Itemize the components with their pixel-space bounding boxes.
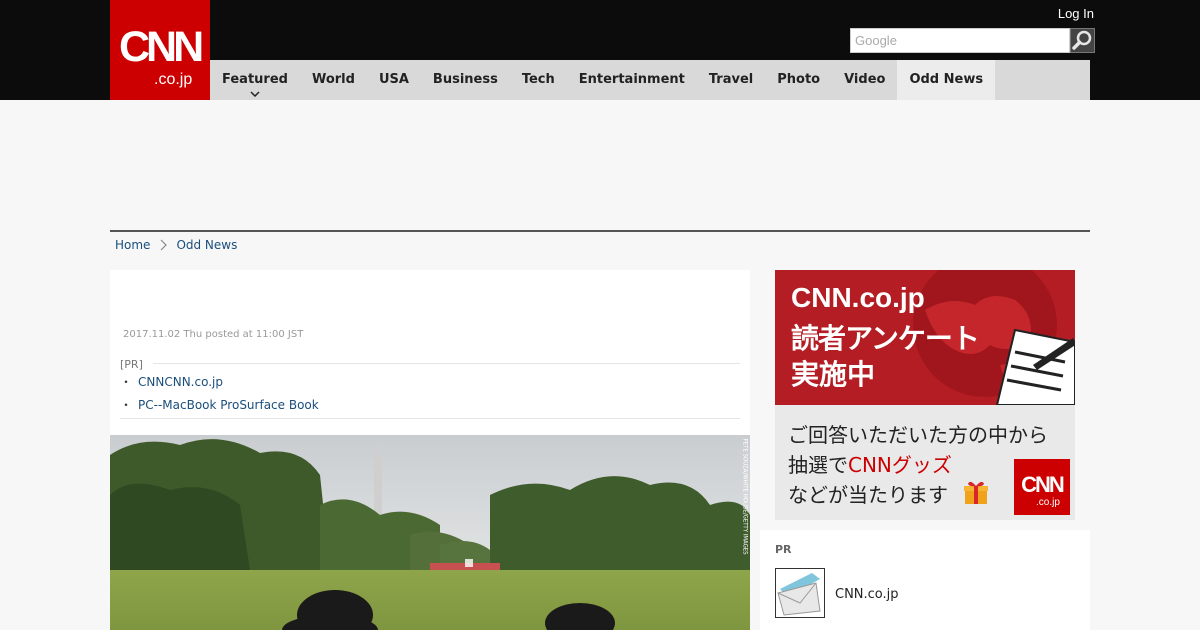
nav-item-odd-news[interactable]: Odd News [897, 60, 996, 100]
mail-icon [777, 573, 821, 616]
pr-thumbnail[interactable] [775, 568, 825, 618]
nav-item-business[interactable]: Business [421, 60, 510, 100]
pr-box: PR CNN.co.jp [760, 530, 1090, 630]
breadcrumb-current[interactable]: Odd News [176, 238, 237, 252]
pr-box-label: PR [775, 543, 792, 556]
banner-text: 抽選で [788, 453, 848, 477]
nav-item-tech[interactable]: Tech [510, 60, 567, 100]
nav-label: Travel [708, 72, 754, 87]
survey-banner[interactable]: CNN.co.jp 読者アンケート 実施中 ご回答いただいた方の中から 抽選でC… [775, 270, 1075, 520]
chevron-right-icon [161, 239, 168, 251]
nav-item-usa[interactable]: USA [367, 60, 421, 100]
article-date: 2017.11.02 Thu posted at 11:00 JST [123, 329, 304, 340]
banner-body-line1: ご回答いただいた方の中から [788, 423, 1048, 447]
pr-item-link[interactable]: CNN.co.jp [835, 587, 899, 602]
divider [153, 363, 740, 364]
nav-label: Featured [222, 72, 288, 87]
cnn-logo[interactable]: CNN .co.jp [110, 0, 210, 100]
mini-logo-mark: CNN [1021, 472, 1065, 497]
divider [120, 418, 740, 419]
pr-link[interactable]: CNNCNN.co.jp [138, 375, 223, 389]
gift-icon [964, 481, 988, 504]
nav-item-video[interactable]: Video [832, 60, 897, 100]
pr-link[interactable]: PC--MacBook ProSurface Book [138, 398, 319, 412]
list-item: ・ CNNCNN.co.jp [120, 375, 223, 389]
article-photo: PETE SOUZA/WHITE HOUSE/GETTY IMAGES [110, 435, 750, 630]
banner-top: CNN.co.jp 読者アンケート 実施中 [775, 270, 1075, 405]
breadcrumb: Home Odd News [115, 238, 237, 252]
ad-space [110, 100, 1090, 230]
main-nav: Featured World USA Business Tech Enterta… [210, 60, 1090, 100]
nav-item-photo[interactable]: Photo [765, 60, 832, 100]
nav-label: Entertainment [578, 72, 685, 87]
nav-item-travel[interactable]: Travel [697, 60, 765, 100]
article-header: 2017.11.02 Thu posted at 11:00 JST [PR] … [110, 270, 750, 435]
login-link[interactable]: Log In [1058, 6, 1094, 21]
cnn-logo-small: CNN .co.jp [1014, 459, 1070, 515]
breadcrumb-home[interactable]: Home [115, 238, 150, 252]
banner-bottom: ご回答いただいた方の中から 抽選でCNNグッズ などが当たります CNN .co… [775, 405, 1075, 520]
photo-credit-text: PETE SOUZA/WHITE HOUSE/GETTY IMAGES [741, 438, 749, 555]
banner-line2: 読者アンケート [791, 322, 980, 355]
mini-logo-domain: .co.jp [1036, 497, 1060, 508]
nav-label: World [311, 72, 355, 87]
search-input[interactable] [851, 29, 1069, 52]
nav-label: USA [378, 72, 409, 87]
banner-title: CNN.co.jp [791, 282, 925, 313]
nav-item-featured[interactable]: Featured [210, 60, 300, 100]
photo-illustration [110, 435, 750, 630]
section-divider [110, 230, 1090, 232]
banner-body-line2: 抽選でCNNグッズ [788, 449, 952, 478]
banner-body-line3: などが当たります [788, 483, 948, 507]
logo-mark: CNN [119, 23, 204, 71]
nav-label: Video [844, 72, 886, 87]
nav-label: Tech [521, 72, 555, 87]
photo-credit: PETE SOUZA/WHITE HOUSE/GETTY IMAGES [741, 439, 749, 569]
nav-item-entertainment[interactable]: Entertainment [567, 60, 697, 100]
list-item: ・ PC--MacBook ProSurface Book [120, 398, 319, 412]
search-icon [1072, 30, 1092, 50]
pr-label: [PR] [120, 358, 143, 371]
search-button[interactable] [1070, 28, 1095, 53]
nav-item-world[interactable]: World [300, 60, 367, 100]
banner-line3: 実施中 [791, 358, 876, 391]
chevron-down-icon [250, 91, 260, 97]
banner-highlight: CNNグッズ [848, 453, 952, 477]
nav-label: Business [432, 72, 498, 87]
top-bar: CNN .co.jp Log In Featured World USA Bus… [0, 0, 1200, 100]
logo-domain: .co.jp [154, 71, 193, 88]
nav-label: Photo [777, 72, 821, 87]
search-box [850, 28, 1070, 53]
pr-links: ・ CNNCNN.co.jp ・ PC--MacBook ProSurface Bo… [120, 374, 319, 420]
nav-label: Odd News [909, 72, 984, 87]
